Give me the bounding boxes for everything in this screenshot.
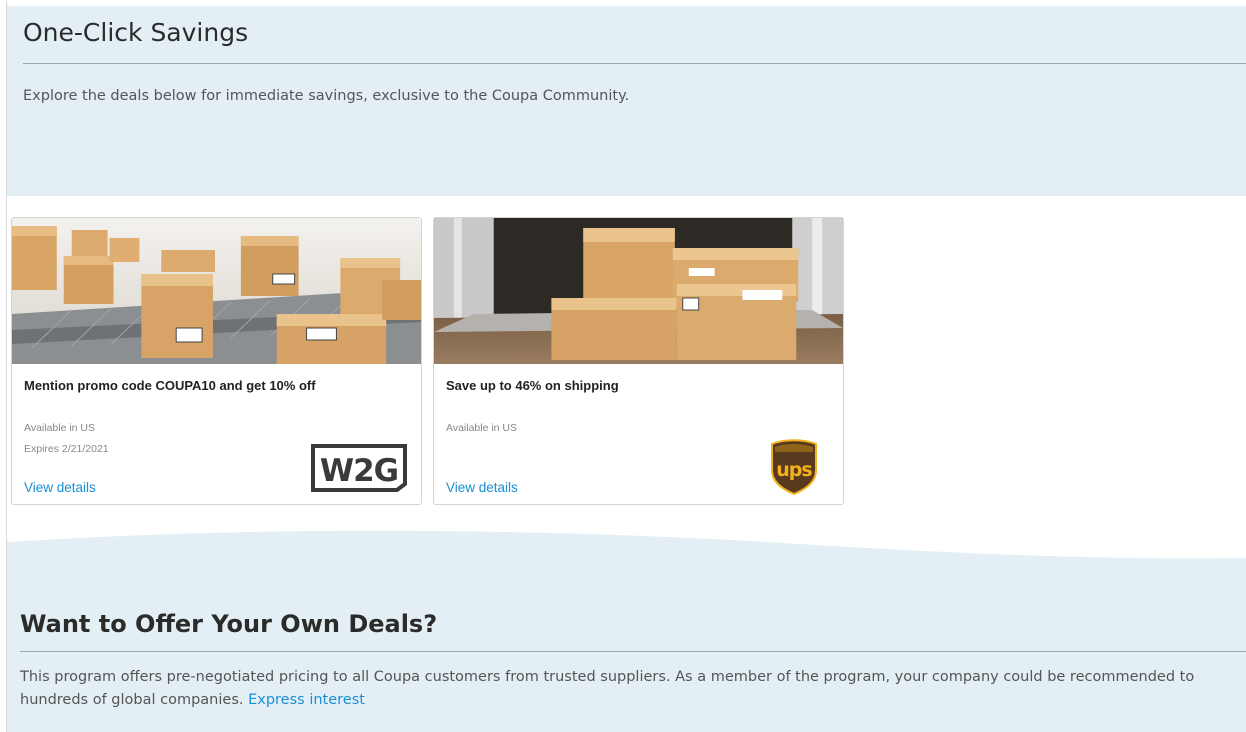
svg-text:ups: ups: [776, 459, 812, 481]
offer-description: This program offers pre-negotiated prici…: [20, 666, 1230, 712]
svg-text:W2G: W2G: [320, 453, 398, 489]
wave-divider-top: [7, 140, 1246, 188]
deal-availability: Available in US: [24, 422, 96, 434]
boxes-doorstep-image: [434, 218, 843, 364]
offer-description-text: This program offers pre-negotiated prici…: [20, 669, 1195, 708]
deal-availability: Available in US: [446, 422, 518, 434]
deal-title: Mention promo code COUPA10 and get 10% o…: [24, 378, 316, 393]
ups-logo: ups: [771, 439, 817, 496]
page-description: Explore the deals below for immediate sa…: [23, 88, 630, 104]
w2g-logo: W2G: [311, 444, 407, 492]
view-details-link[interactable]: View details: [446, 480, 518, 495]
deal-title: Save up to 46% on shipping: [446, 378, 619, 393]
offer-section-title: Want to Offer Your Own Deals?: [20, 610, 438, 638]
deal-card[interactable]: Save up to 46% on shipping Available in …: [433, 217, 844, 505]
boxes-conveyor-image: [12, 218, 421, 364]
page-title: One-Click Savings: [23, 18, 249, 47]
view-details-link[interactable]: View details: [24, 480, 96, 495]
deal-card[interactable]: Mention promo code COUPA10 and get 10% o…: [11, 217, 422, 505]
offer-deals-section: Want to Offer Your Own Deals? This progr…: [7, 560, 1246, 732]
title-divider: [23, 63, 1246, 64]
deal-expiry: Expires 2/21/2021: [24, 443, 109, 455]
express-interest-link[interactable]: Express interest: [248, 692, 365, 708]
offer-divider: [20, 651, 1246, 652]
